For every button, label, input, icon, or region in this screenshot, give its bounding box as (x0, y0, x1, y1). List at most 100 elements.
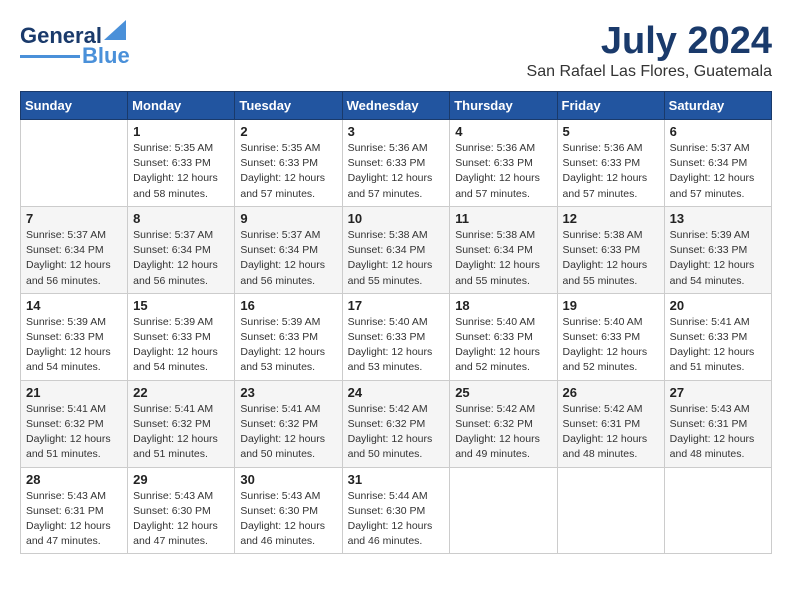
day-info: Sunrise: 5:35 AMSunset: 6:33 PMDaylight:… (133, 141, 229, 202)
calendar-cell: 18 Sunrise: 5:40 AMSunset: 6:33 PMDayligh… (450, 293, 557, 380)
day-number: 13 (670, 211, 766, 226)
calendar-cell: 27 Sunrise: 5:43 AMSunset: 6:31 PMDayligh… (664, 380, 771, 467)
weekday-header-sunday: Sunday (21, 92, 128, 120)
day-number: 22 (133, 385, 229, 400)
day-info: Sunrise: 5:44 AMSunset: 6:30 PMDaylight:… (348, 489, 445, 550)
calendar-cell: 10 Sunrise: 5:38 AMSunset: 6:34 PMDayligh… (342, 206, 450, 293)
day-info: Sunrise: 5:35 AMSunset: 6:33 PMDaylight:… (240, 141, 336, 202)
calendar-cell: 24Sunrise: 5:42 AMSunset: 6:32 PMDayligh… (342, 380, 450, 467)
day-number: 20 (670, 298, 766, 313)
day-number: 12 (563, 211, 659, 226)
weekday-header-thursday: Thursday (450, 92, 557, 120)
calendar-cell: 2Sunrise: 5:35 AMSunset: 6:33 PMDaylight… (235, 120, 342, 207)
day-number: 26 (563, 385, 659, 400)
day-info: Sunrise: 5:38 AMSunset: 6:34 PMDaylight:… (455, 228, 551, 289)
day-number: 5 (563, 124, 659, 139)
logo-icon (104, 20, 126, 40)
calendar-cell (664, 467, 771, 554)
calendar-cell (557, 467, 664, 554)
calendar-cell (450, 467, 557, 554)
calendar-cell: 5Sunrise: 5:36 AMSunset: 6:33 PMDaylight… (557, 120, 664, 207)
day-info: Sunrise: 5:42 AMSunset: 6:31 PMDaylight:… (563, 402, 659, 463)
weekday-header-friday: Friday (557, 92, 664, 120)
day-number: 8 (133, 211, 229, 226)
day-info: Sunrise: 5:42 AMSunset: 6:32 PMDaylight:… (348, 402, 445, 463)
calendar-week-3: 14 Sunrise: 5:39 AMSunset: 6:33 PMDayligh… (21, 293, 772, 380)
day-info: Sunrise: 5:41 AMSunset: 6:32 PMDaylight:… (240, 402, 336, 463)
weekday-header-wednesday: Wednesday (342, 92, 450, 120)
weekday-header-row: SundayMondayTuesdayWednesdayThursdayFrid… (21, 92, 772, 120)
calendar-cell: 30 Sunrise: 5:43 AMSunset: 6:30 PMDayligh… (235, 467, 342, 554)
day-info: Sunrise: 5:38 AMSunset: 6:34 PMDaylight:… (348, 228, 445, 289)
calendar-cell: 14 Sunrise: 5:39 AMSunset: 6:33 PMDayligh… (21, 293, 128, 380)
calendar-cell: 19 Sunrise: 5:40 AMSunset: 6:33 PMDayligh… (557, 293, 664, 380)
calendar-week-4: 21Sunrise: 5:41 AMSunset: 6:32 PMDayligh… (21, 380, 772, 467)
day-info: Sunrise: 5:43 AMSunset: 6:30 PMDaylight:… (133, 489, 229, 550)
day-number: 30 (240, 472, 336, 487)
day-number: 10 (348, 211, 445, 226)
calendar-cell: 21Sunrise: 5:41 AMSunset: 6:32 PMDayligh… (21, 380, 128, 467)
calendar-cell: 1 Sunrise: 5:35 AMSunset: 6:33 PMDaylight… (128, 120, 235, 207)
day-info: Sunrise: 5:41 AMSunset: 6:32 PMDaylight:… (133, 402, 229, 463)
calendar-cell: 11 Sunrise: 5:38 AMSunset: 6:34 PMDayligh… (450, 206, 557, 293)
day-number: 25 (455, 385, 551, 400)
month-title: July 2024 (527, 20, 772, 63)
day-number: 29 (133, 472, 229, 487)
logo: General Blue (20, 20, 130, 67)
calendar-cell: 3 Sunrise: 5:36 AMSunset: 6:33 PMDaylight… (342, 120, 450, 207)
page-header: General Blue July 2024 San Rafael Las Fl… (20, 20, 772, 81)
day-info: Sunrise: 5:37 AMSunset: 6:34 PMDaylight:… (133, 228, 229, 289)
calendar-week-1: 1 Sunrise: 5:35 AMSunset: 6:33 PMDaylight… (21, 120, 772, 207)
day-number: 28 (26, 472, 122, 487)
calendar-cell: 12 Sunrise: 5:38 AMSunset: 6:33 PMDayligh… (557, 206, 664, 293)
weekday-header-saturday: Saturday (664, 92, 771, 120)
calendar-cell: 13Sunrise: 5:39 AMSunset: 6:33 PMDayligh… (664, 206, 771, 293)
day-info: Sunrise: 5:38 AMSunset: 6:33 PMDaylight:… (563, 228, 659, 289)
weekday-header-tuesday: Tuesday (235, 92, 342, 120)
day-info: Sunrise: 5:43 AMSunset: 6:31 PMDaylight:… (670, 402, 766, 463)
calendar-cell: 20 Sunrise: 5:41 AMSunset: 6:33 PMDayligh… (664, 293, 771, 380)
logo-blue-text: Blue (82, 45, 130, 67)
day-info: Sunrise: 5:37 AMSunset: 6:34 PMDaylight:… (240, 228, 336, 289)
day-number: 23 (240, 385, 336, 400)
day-number: 19 (563, 298, 659, 313)
calendar-body: 1 Sunrise: 5:35 AMSunset: 6:33 PMDaylight… (21, 120, 772, 554)
day-number: 18 (455, 298, 551, 313)
day-number: 1 (133, 124, 229, 139)
calendar-cell: 22 Sunrise: 5:41 AMSunset: 6:32 PMDayligh… (128, 380, 235, 467)
calendar-cell: 15 Sunrise: 5:39 AMSunset: 6:33 PMDayligh… (128, 293, 235, 380)
day-number: 17 (348, 298, 445, 313)
day-number: 15 (133, 298, 229, 313)
day-info: Sunrise: 5:40 AMSunset: 6:33 PMDaylight:… (563, 315, 659, 376)
day-info: Sunrise: 5:39 AMSunset: 6:33 PMDaylight:… (133, 315, 229, 376)
calendar-cell: 23 Sunrise: 5:41 AMSunset: 6:32 PMDayligh… (235, 380, 342, 467)
day-number: 31 (348, 472, 445, 487)
calendar-cell: 9Sunrise: 5:37 AMSunset: 6:34 PMDaylight… (235, 206, 342, 293)
calendar-cell (21, 120, 128, 207)
calendar-cell: 17 Sunrise: 5:40 AMSunset: 6:33 PMDayligh… (342, 293, 450, 380)
day-number: 6 (670, 124, 766, 139)
calendar-cell: 28Sunrise: 5:43 AMSunset: 6:31 PMDayligh… (21, 467, 128, 554)
day-info: Sunrise: 5:36 AMSunset: 6:33 PMDaylight:… (348, 141, 445, 202)
weekday-header-monday: Monday (128, 92, 235, 120)
day-info: Sunrise: 5:42 AMSunset: 6:32 PMDaylight:… (455, 402, 551, 463)
day-number: 27 (670, 385, 766, 400)
calendar-cell: 7Sunrise: 5:37 AMSunset: 6:34 PMDaylight… (21, 206, 128, 293)
day-number: 4 (455, 124, 551, 139)
calendar-cell: 8 Sunrise: 5:37 AMSunset: 6:34 PMDaylight… (128, 206, 235, 293)
day-info: Sunrise: 5:41 AMSunset: 6:33 PMDaylight:… (670, 315, 766, 376)
day-info: Sunrise: 5:39 AMSunset: 6:33 PMDaylight:… (26, 315, 122, 376)
day-number: 3 (348, 124, 445, 139)
title-section: July 2024 San Rafael Las Flores, Guatema… (527, 20, 772, 81)
day-info: Sunrise: 5:37 AMSunset: 6:34 PMDaylight:… (670, 141, 766, 202)
day-info: Sunrise: 5:40 AMSunset: 6:33 PMDaylight:… (455, 315, 551, 376)
day-info: Sunrise: 5:43 AMSunset: 6:30 PMDaylight:… (240, 489, 336, 550)
day-info: Sunrise: 5:40 AMSunset: 6:33 PMDaylight:… (348, 315, 445, 376)
calendar-week-5: 28Sunrise: 5:43 AMSunset: 6:31 PMDayligh… (21, 467, 772, 554)
day-info: Sunrise: 5:37 AMSunset: 6:34 PMDaylight:… (26, 228, 122, 289)
calendar-cell: 6 Sunrise: 5:37 AMSunset: 6:34 PMDaylight… (664, 120, 771, 207)
day-info: Sunrise: 5:36 AMSunset: 6:33 PMDaylight:… (455, 141, 551, 202)
calendar-cell: 4 Sunrise: 5:36 AMSunset: 6:33 PMDaylight… (450, 120, 557, 207)
day-number: 11 (455, 211, 551, 226)
day-number: 14 (26, 298, 122, 313)
